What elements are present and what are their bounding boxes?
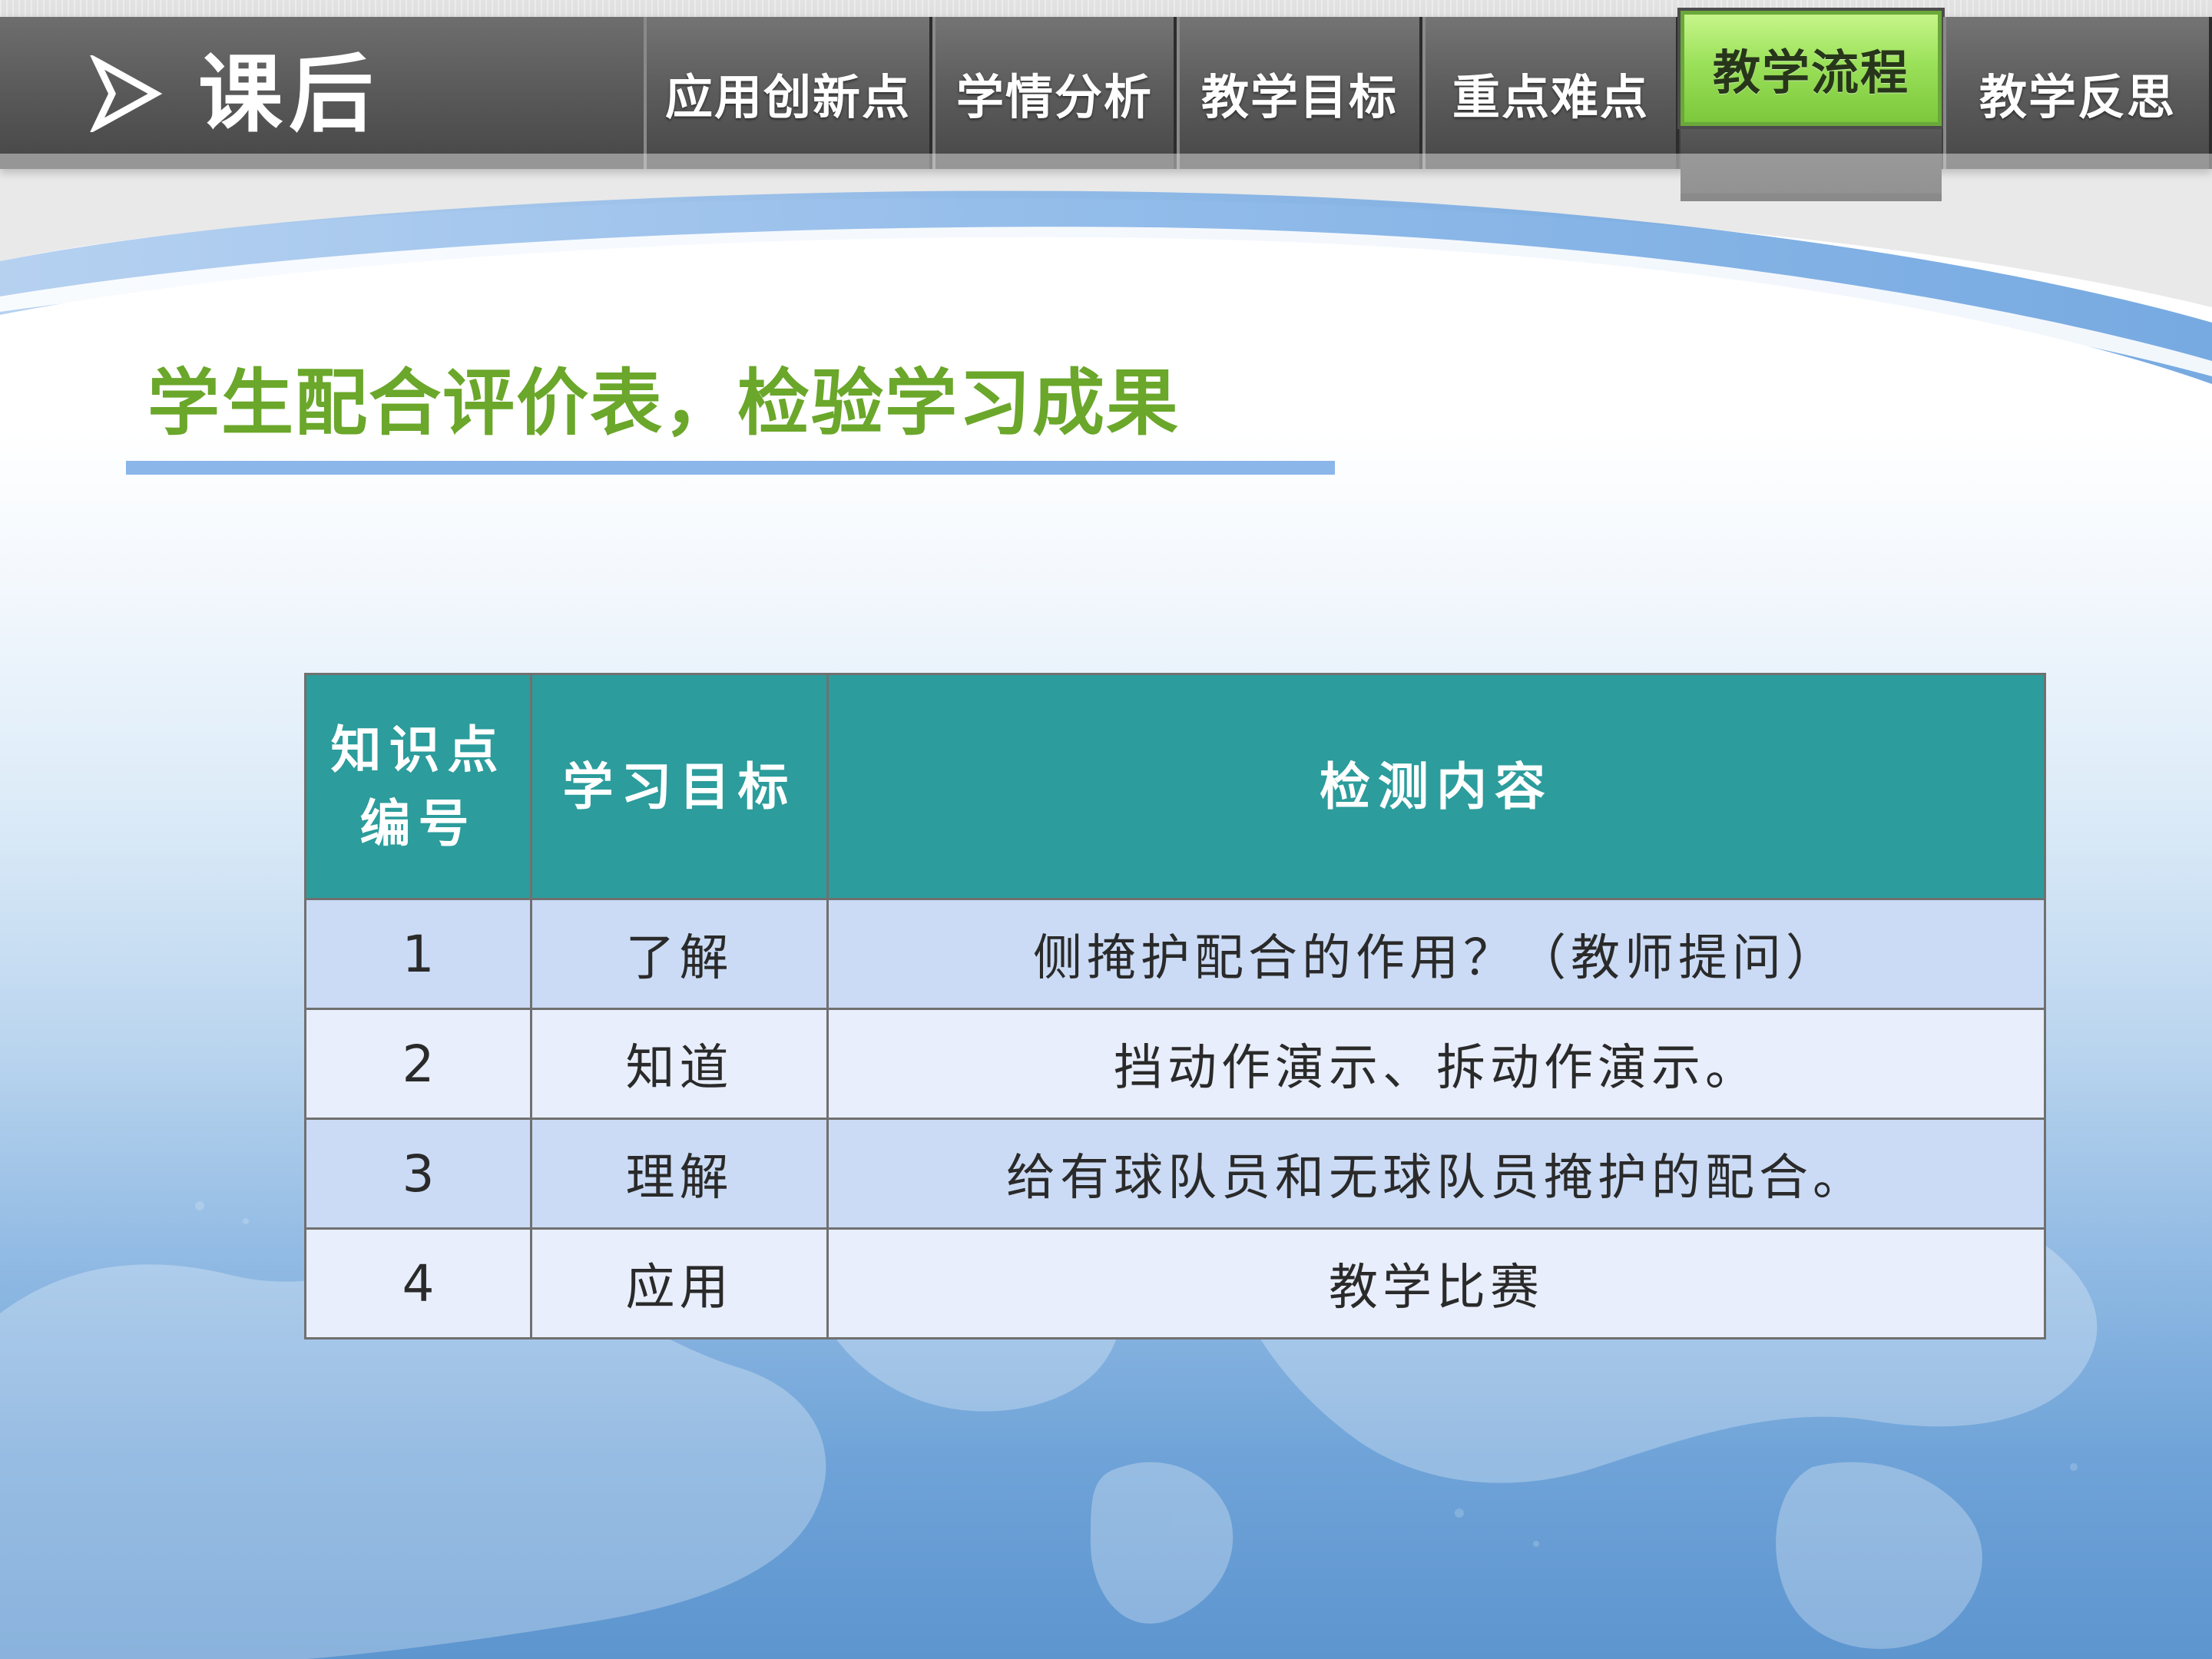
tab-key-difficulties[interactable]: 重点难点 [1422, 17, 1679, 169]
table-row: 4 应用 教学比赛 [304, 1227, 2046, 1339]
table-header-row: 知识点 编号 学习目标 检测内容 [304, 673, 2046, 900]
row-goal: 知道 [530, 1008, 829, 1120]
section-title: 课后 [198, 45, 379, 144]
row-goal: 应用 [530, 1227, 829, 1339]
table-row: 3 理解 给有球队员和无球队员掩护的配合。 [304, 1118, 2046, 1230]
table-row: 1 了解 侧掩护配合的作用？（教师提问） [304, 898, 2046, 1010]
header-col1-line2: 编号 [359, 793, 477, 853]
tab-teaching-process[interactable]: 教学流程 [1681, 11, 1942, 126]
tab-teaching-reflection[interactable]: 教学反思 [1943, 17, 2212, 169]
tab-student-analysis[interactable]: 学情分析 [932, 17, 1177, 169]
row-content: 教学比赛 [826, 1227, 2046, 1339]
header-knowledge-point-number: 知识点 编号 [304, 673, 532, 900]
arrow-right-outline-icon [90, 55, 163, 132]
header-test-content: 检测内容 [826, 673, 2046, 900]
evaluation-table: 知识点 编号 学习目标 检测内容 1 了解 侧掩护配合的作用？（教师提问） 2 … [304, 673, 2046, 1339]
row-content: 侧掩护配合的作用？（教师提问） [826, 898, 2046, 1010]
slide-heading: 学生配合评价表，检验学习成果 [147, 362, 1181, 445]
row-number: 4 [304, 1227, 532, 1339]
row-content: 挡动作演示、拆动作演示。 [826, 1008, 2046, 1120]
tab-teaching-goals[interactable]: 教学目标 [1177, 17, 1422, 169]
heading-underline [126, 461, 1335, 475]
header-col1-line1: 知识点 [330, 720, 506, 780]
table-row: 2 知道 挡动作演示、拆动作演示。 [304, 1008, 2046, 1120]
row-number: 3 [304, 1118, 532, 1230]
row-number: 2 [304, 1008, 532, 1120]
header-learning-goal: 学习目标 [530, 673, 829, 900]
row-goal: 了解 [530, 898, 829, 1010]
tab-innovation[interactable]: 应用创新点 [644, 17, 932, 169]
row-goal: 理解 [530, 1118, 829, 1230]
row-content: 给有球队员和无球队员掩护的配合。 [826, 1118, 2046, 1230]
row-number: 1 [304, 898, 532, 1010]
section-title-box: 课后 [0, 17, 647, 169]
